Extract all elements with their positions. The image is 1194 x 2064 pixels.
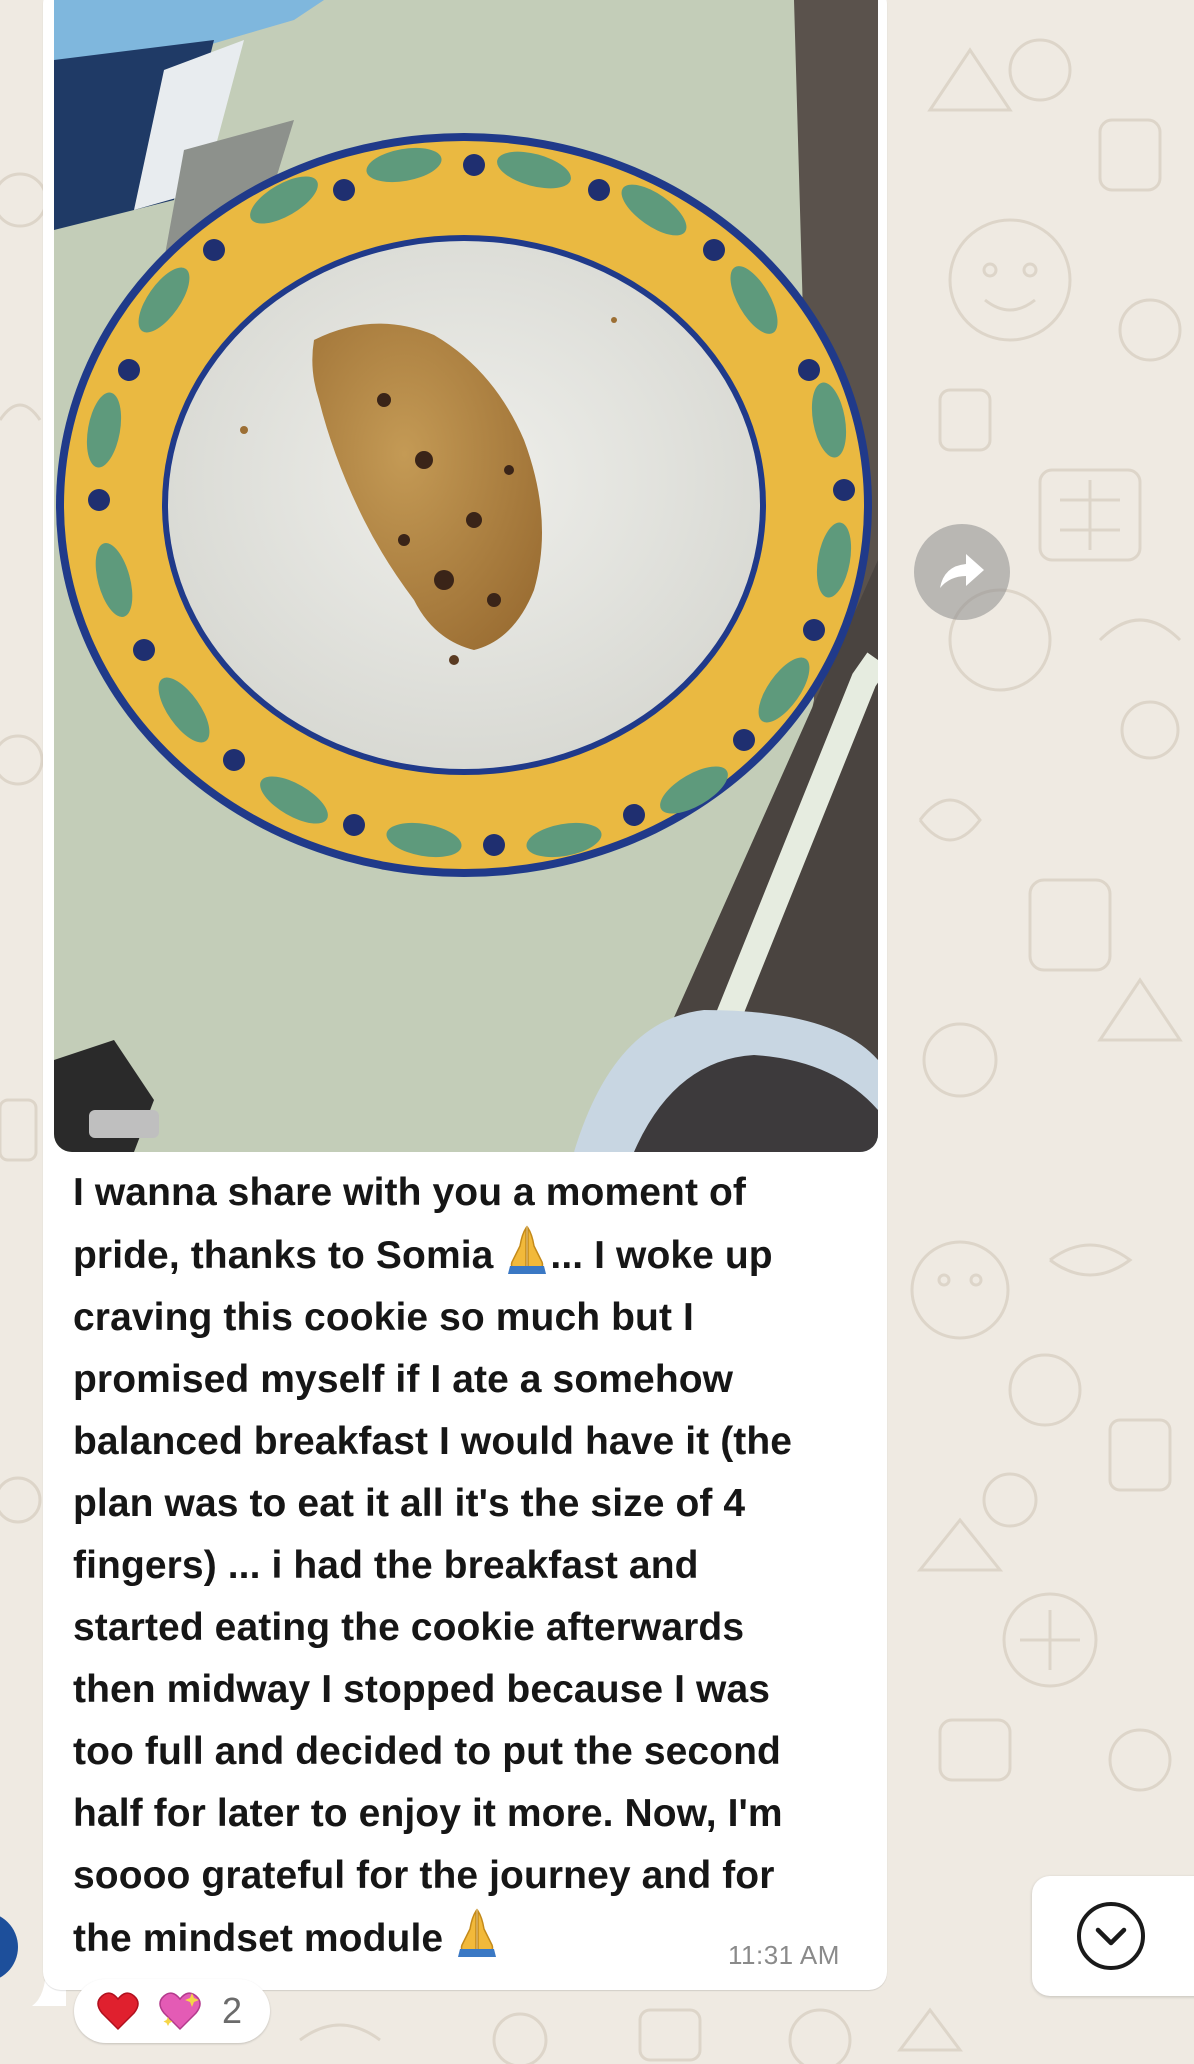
message-text: I wanna share with you a moment of pride… — [73, 1162, 873, 1970]
reactions-pill[interactable]: 2 — [74, 1979, 270, 2043]
message-line: balanced breakfast I would have it (the — [73, 1420, 793, 1463]
praying-hands-icon — [458, 1908, 497, 1957]
message-line: plan was to eat it all it's the size of … — [73, 1482, 746, 1525]
chevron-down-circle-icon — [1077, 1902, 1145, 1970]
forward-button[interactable] — [914, 524, 1010, 620]
message-line-part: pride, thanks to Somia — [73, 1234, 494, 1277]
message-timestamp: 11:31 AM — [728, 1940, 840, 1970]
message-line-part: the mindset module — [73, 1917, 444, 1960]
scroll-to-bottom-button[interactable] — [1032, 1876, 1194, 1996]
red-heart-icon — [97, 1992, 139, 2031]
message-line: craving this cookie so much but I — [73, 1296, 694, 1339]
praying-hands-icon — [508, 1225, 547, 1274]
message-line: fingers) ... i had the breakfast and — [73, 1544, 699, 1587]
message-line: soooo grateful for the journey and for — [73, 1854, 775, 1897]
message-line: I wanna share with you a moment of — [73, 1171, 747, 1214]
reaction-count: 2 — [222, 1990, 243, 2031]
message-photo[interactable] — [54, 0, 878, 1152]
forward-arrow-icon — [940, 554, 984, 588]
message-line: promised myself if I ate a somehow — [73, 1358, 734, 1401]
message-line: too full and decided to put the second — [73, 1730, 781, 1773]
message-line-part: ... I woke up — [550, 1234, 773, 1277]
message-line: pride, thanks to Somia ... I woke up — [73, 1224, 873, 1287]
sparkling-heart-icon — [159, 1992, 201, 2031]
message-line: started eating the cookie afterwards — [73, 1606, 745, 1649]
message-line: half for later to enjoy it more. Now, I'… — [73, 1792, 783, 1835]
message-line: then midway I stopped because I was — [73, 1668, 771, 1711]
